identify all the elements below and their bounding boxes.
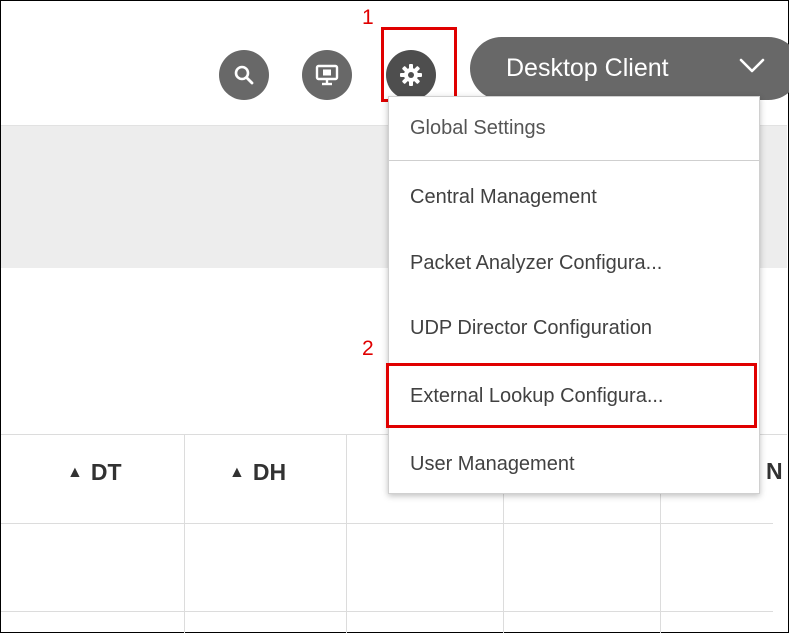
desktop-view-button[interactable] — [302, 50, 352, 100]
menu-item-label: Packet Analyzer Configura... — [410, 251, 663, 274]
step-1-highlight — [381, 27, 457, 102]
column-label-dt: DT — [90, 459, 122, 485]
desktop-client-dropdown[interactable]: Desktop Client — [470, 37, 789, 100]
desktop-client-label: Desktop Client — [506, 54, 669, 82]
step-1-marker: 1 — [362, 6, 374, 29]
sort-icon: ▲︎ — [67, 463, 83, 481]
sort-icon: ▲︎ — [229, 463, 245, 481]
chevron-down-icon — [739, 58, 765, 73]
column-header-dt[interactable]: ▲︎ DT — [67, 459, 122, 486]
grid-divider — [346, 435, 347, 633]
menu-item-label: Central Management — [410, 185, 597, 208]
search-button[interactable] — [219, 50, 269, 100]
step-2-highlight — [386, 363, 757, 428]
menu-item-global-settings[interactable]: Global Settings — [389, 97, 759, 161]
menu-item-label: Global Settings — [410, 117, 546, 139]
column-label-dh: DH — [252, 459, 287, 485]
menu-item-user-management[interactable]: User Management — [389, 431, 759, 497]
grid-divider — [184, 435, 185, 633]
settings-menu: Global Settings Central Management Packe… — [388, 96, 760, 494]
column-header-dh[interactable]: ▲︎ DH — [229, 459, 286, 486]
menu-item-central-management[interactable]: Central Management — [389, 164, 759, 230]
menu-item-packet-analyzer[interactable]: Packet Analyzer Configura... — [389, 230, 759, 296]
monitor-icon — [315, 64, 339, 86]
menu-item-label: User Management — [410, 452, 575, 475]
menu-item-udp-director[interactable]: UDP Director Configuration — [389, 295, 759, 361]
step-2-marker: 2 — [362, 337, 374, 360]
search-icon — [234, 65, 254, 85]
row-divider — [1, 611, 773, 612]
menu-item-label: UDP Director Configuration — [410, 316, 652, 339]
column-header-cut: N — [766, 458, 783, 484]
